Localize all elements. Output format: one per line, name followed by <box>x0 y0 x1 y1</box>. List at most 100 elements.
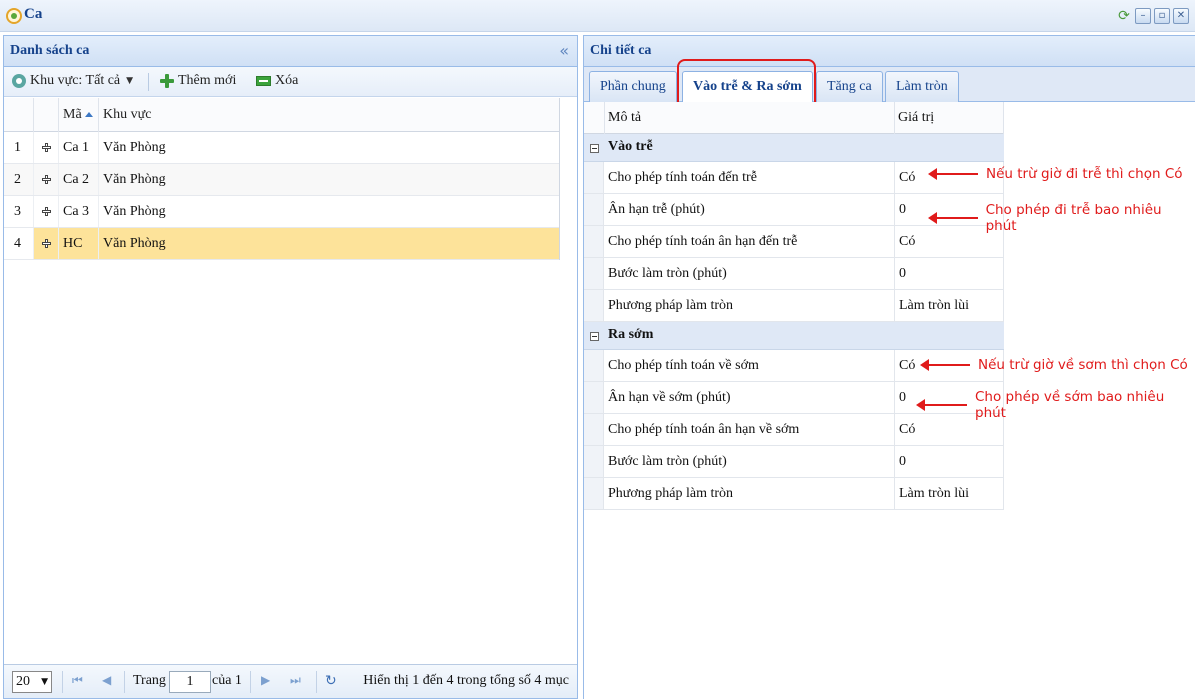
collapse-minus-icon[interactable] <box>590 332 599 341</box>
first-page-icon[interactable]: ⏮ <box>72 673 83 688</box>
shift-list-header: Danh sách ca « <box>4 36 577 67</box>
tab-general[interactable]: Phần chung <box>589 71 677 102</box>
desc-column-header: Mô tả <box>608 110 642 125</box>
add-button-label: Thêm mới <box>178 73 237 88</box>
shift-area: Văn Phòng <box>103 236 166 251</box>
property-name: Ân hạn trễ (phút) <box>608 202 705 217</box>
property-value[interactable]: 0 <box>894 446 1004 477</box>
refresh-icon[interactable]: ↻ <box>325 673 337 689</box>
paging-summary: Hiển thị 1 đến 4 trong tổng số 4 mục <box>363 673 569 688</box>
page-number-input[interactable]: 1 <box>169 671 211 693</box>
property-row[interactable]: Phương pháp làm tròn Làm tròn lùi <box>584 478 1004 510</box>
property-row[interactable]: Bước làm tròn (phút) 0 <box>584 446 1004 478</box>
grid-border <box>559 98 560 260</box>
arrow-left-icon <box>928 168 978 180</box>
next-page-icon[interactable]: ▶ <box>261 673 270 687</box>
expand-toggle[interactable] <box>34 164 59 195</box>
arrow-left-icon <box>916 399 967 411</box>
page-label: Trang <box>133 673 166 688</box>
previous-page-icon[interactable]: ◀ <box>102 673 111 687</box>
row-number: 3 <box>4 196 34 227</box>
page-count-label: của 1 <box>212 673 242 688</box>
shift-list-panel: Danh sách ca « Khu vực: Tất cả ▼ Thêm mớ… <box>3 35 578 699</box>
area-column-header[interactable]: Khu vực <box>99 98 559 132</box>
shift-detail-title: Chi tiết ca <box>590 43 652 58</box>
row-lead <box>584 446 604 477</box>
property-row[interactable]: Bước làm tròn (phút) 0 <box>584 258 1004 290</box>
window-title: Ca <box>24 6 43 22</box>
last-page-icon[interactable]: ⏭ <box>290 673 301 688</box>
property-name: Ân hạn về sớm (phút) <box>608 390 731 405</box>
property-value[interactable]: 0 <box>894 258 1004 289</box>
row-lead <box>584 258 604 289</box>
annotation-late-minutes: Cho phép đi trễ bao nhiêu phút <box>928 202 1195 234</box>
region-filter-dropdown[interactable]: Khu vực: Tất cả ▼ <box>12 73 133 89</box>
minimize-icon[interactable]: – <box>1135 8 1151 24</box>
close-icon[interactable]: ✕ <box>1173 8 1189 24</box>
row-lead <box>584 194 604 225</box>
toolbar-divider <box>148 73 149 91</box>
refresh-icon[interactable]: ⟳ <box>1116 8 1132 24</box>
property-grid-header: Mô tả Giá trị <box>584 102 1004 134</box>
row-number: 2 <box>4 164 34 195</box>
group-early[interactable]: Ra sớm <box>584 322 1004 350</box>
shift-list-toolbar: Khu vực: Tất cả ▼ Thêm mới Xóa <box>4 67 577 97</box>
code-column-header[interactable]: Mã <box>59 98 99 132</box>
shift-area: Văn Phòng <box>103 204 166 219</box>
property-name: Cho phép tính toán ân hạn đến trễ <box>608 234 798 249</box>
property-value[interactable]: Làm tròn lùi <box>894 478 1004 509</box>
row-lead <box>584 226 604 257</box>
group-late[interactable]: Vào trễ <box>584 134 1004 162</box>
row-lead <box>584 350 604 381</box>
expand-toggle[interactable] <box>34 196 59 227</box>
shift-code: Ca 1 <box>59 132 99 163</box>
shift-list-title: Danh sách ca <box>10 43 90 58</box>
row-lead <box>584 478 604 509</box>
expand-toggle[interactable] <box>34 132 59 163</box>
region-filter-label: Khu vực: Tất cả <box>30 73 121 88</box>
annotation-late-deduct: Nếu trừ giờ đi trễ thì chọn Có <box>928 166 1183 182</box>
expand-plus-icon <box>41 175 51 185</box>
collapse-minus-icon[interactable] <box>590 144 599 153</box>
arrow-left-icon <box>920 359 970 371</box>
annotation-text: Cho phép đi trễ bao nhiêu phút <box>985 202 1162 234</box>
property-name: Cho phép tính toán đến trễ <box>608 170 757 185</box>
expander-header <box>34 98 59 132</box>
rownum-header <box>4 98 34 132</box>
window-controls: ⟳ – ▫ ✕ <box>1116 8 1189 24</box>
row-number: 1 <box>4 132 34 163</box>
row-lead <box>584 382 604 413</box>
shift-area: Văn Phòng <box>103 172 166 187</box>
table-row-selected[interactable]: 4 HC Văn Phòng <box>4 228 559 260</box>
annotation-early-minutes: Cho phép về sớm bao nhiêu phút <box>916 389 1195 421</box>
detail-tabbar: Phần chung Vào trễ & Ra sớm Tăng ca Làm … <box>584 67 1195 103</box>
page-size-select[interactable]: 20 ▼ <box>12 671 52 693</box>
expand-toggle[interactable] <box>34 228 59 259</box>
row-lead <box>584 162 604 193</box>
pager-divider <box>316 671 317 693</box>
add-icon <box>160 74 174 88</box>
shift-code: HC <box>59 228 99 259</box>
property-name: Cho phép tính toán về sớm <box>608 358 759 373</box>
annotation-text: Nếu trừ giờ đi trễ thì chọn Có <box>986 166 1183 182</box>
maximize-icon[interactable]: ▫ <box>1154 8 1170 24</box>
pager-divider <box>250 671 251 693</box>
property-name: Phương pháp làm tròn <box>608 298 734 313</box>
row-number: 4 <box>4 228 34 259</box>
add-button[interactable]: Thêm mới <box>160 73 236 89</box>
delete-button[interactable]: Xóa <box>256 73 298 89</box>
property-value[interactable]: Làm tròn lùi <box>894 290 1004 321</box>
shift-detail-header: Chi tiết ca <box>584 36 1195 67</box>
property-row[interactable]: Phương pháp làm tròn Làm tròn lùi <box>584 290 1004 322</box>
app-logo-icon <box>6 8 22 24</box>
table-row[interactable]: 1 Ca 1 Văn Phòng <box>4 132 559 164</box>
table-row[interactable]: 2 Ca 2 Văn Phòng <box>4 164 559 196</box>
tab-overtime[interactable]: Tăng ca <box>816 71 883 102</box>
table-row[interactable]: 3 Ca 3 Văn Phòng <box>4 196 559 228</box>
property-name: Cho phép tính toán ân hạn về sớm <box>608 422 800 437</box>
collapse-left-icon[interactable]: « <box>559 41 569 60</box>
tab-rounding[interactable]: Làm tròn <box>885 71 959 102</box>
pager-divider <box>124 671 125 693</box>
value-column-header: Giá trị <box>898 110 935 125</box>
pager-divider <box>62 671 63 693</box>
